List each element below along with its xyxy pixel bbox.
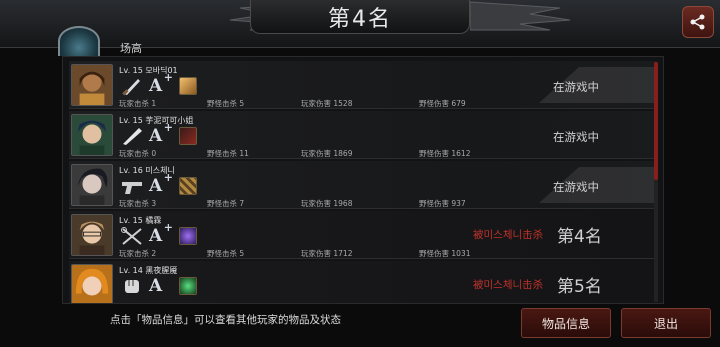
avatar <box>71 114 113 156</box>
player-row[interactable]: Lv. 15 모바딕01 A + 玩家击杀 1 野怪击杀 5 玩家伤害 1528 … <box>69 61 657 109</box>
item-info-button[interactable]: 物品信息 <box>521 308 611 338</box>
avatar <box>71 64 113 106</box>
equipment: A + <box>119 71 197 97</box>
gear-slot[interactable] <box>179 277 197 295</box>
rank-text: 第4名 <box>557 227 602 247</box>
killed-by-text: 被미스체니击杀 <box>473 279 544 291</box>
pistol-icon <box>119 175 145 197</box>
monster-kills: 野怪击杀 5 <box>207 249 245 258</box>
equipment: A + <box>119 121 197 147</box>
status-text: 在游戏中 <box>553 180 599 194</box>
scrollbar-thumb[interactable] <box>654 62 658 180</box>
player-damage: 玩家伤害 1968 <box>301 199 353 208</box>
page-title: 第4名 <box>328 6 392 32</box>
equipment: A <box>119 275 197 297</box>
player-kills: 玩家击杀 2 <box>119 249 157 258</box>
share-button[interactable] <box>682 6 714 38</box>
player-list-panel: Lv. 15 모바딕01 A + 玩家击杀 1 野怪击杀 5 玩家伤害 1528 … <box>62 56 664 304</box>
scissors-icon <box>119 225 145 247</box>
player-row[interactable]: Lv. 15 芋泥可可小姐 A + 玩家击杀 0 野怪击杀 11 玩家伤害 186… <box>69 111 657 159</box>
monster-damage: 野怪伤害 937 <box>419 199 466 208</box>
gear-slot[interactable] <box>179 77 197 95</box>
monster-kills: 野怪击杀 5 <box>207 99 245 108</box>
killed-by-text: 被미스체니击杀 <box>473 229 544 241</box>
player-damage: 玩家伤害 1528 <box>301 99 353 108</box>
monster-damage: 野怪伤害 1612 <box>419 149 471 158</box>
grade-badge: A + <box>149 221 173 246</box>
monster-kills: 野怪击杀 11 <box>207 149 249 158</box>
status-text: 在游戏中 <box>553 130 599 144</box>
player-row[interactable]: Lv. 15 橘霖 A + 玩家击杀 2 野怪击杀 5 玩家伤害 1712 野怪伤… <box>69 211 657 259</box>
grade-badge: A <box>149 276 163 296</box>
avatar <box>71 264 113 303</box>
player-kills: 玩家击杀 1 <box>119 99 157 108</box>
player-row[interactable]: Lv. 14 黑夜腥魇 A 被미스체니击杀 第5名 <box>69 261 657 303</box>
team-emblem <box>58 26 100 56</box>
monster-damage: 野怪伤害 679 <box>419 99 466 108</box>
share-icon <box>690 14 705 30</box>
equipment: A + <box>119 171 197 197</box>
monster-damage: 野怪伤害 1031 <box>419 249 471 258</box>
bat-icon <box>119 125 145 147</box>
player-damage: 玩家伤害 1712 <box>301 249 353 258</box>
grade-badge: A + <box>149 171 173 196</box>
status-text: 在游戏中 <box>553 80 599 94</box>
player-damage: 玩家伤害 1869 <box>301 149 353 158</box>
exit-button[interactable]: 退出 <box>621 308 711 338</box>
wing-ornament-right <box>469 0 590 40</box>
grade-badge: A + <box>149 121 173 146</box>
glove-icon <box>119 275 145 297</box>
gear-slot[interactable] <box>179 177 197 195</box>
player-kills: 玩家击杀 3 <box>119 199 157 208</box>
hint-text: 点击「物品信息」可以查看其他玩家的物品及状态 <box>110 314 341 326</box>
avatar <box>71 214 113 256</box>
grade-badge: A + <box>149 71 173 96</box>
top-bar: 第4名 <box>0 0 720 48</box>
player-row[interactable]: Lv. 16 미스체니 A + 玩家击杀 3 野怪击杀 7 玩家伤害 1968 野… <box>69 161 657 209</box>
avatar <box>71 164 113 206</box>
rank-text: 第5名 <box>557 277 602 297</box>
knife-icon <box>119 75 145 97</box>
title-plate: 第4名 <box>250 0 470 34</box>
equipment: A + <box>119 221 197 247</box>
gear-slot[interactable] <box>179 227 197 245</box>
monster-kills: 野怪击杀 7 <box>207 199 245 208</box>
gear-slot[interactable] <box>179 127 197 145</box>
tab-label: 场高 <box>120 42 142 55</box>
player-kills: 玩家击杀 0 <box>119 149 157 158</box>
